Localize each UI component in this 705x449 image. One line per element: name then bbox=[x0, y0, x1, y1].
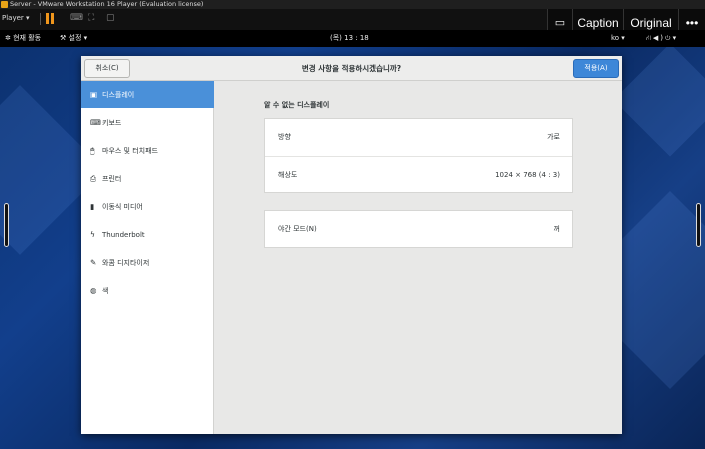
sidebar-item-keyboard[interactable]: ⌨키보드 bbox=[81, 109, 214, 136]
sidebar-item-wacom-tablet[interactable]: ✎ 와콤 디지타이저 bbox=[81, 249, 214, 276]
sidebar-item-thunderbolt[interactable]: ϟ Thunderbolt bbox=[81, 221, 214, 248]
left-edge-handle[interactable] bbox=[4, 203, 9, 247]
removable-media-icon: ▮ bbox=[90, 202, 95, 211]
display-icon: ▣ bbox=[90, 90, 98, 99]
resolution-row[interactable]: 해상도 1024 × 768 (4 : 3) bbox=[265, 156, 572, 192]
apply-button[interactable]: 적용(A) bbox=[573, 59, 619, 78]
input-method-indicator[interactable]: ko ▾ bbox=[611, 30, 625, 47]
dialog-title: 변경 사항을 적용하시겠습니까? bbox=[301, 64, 402, 73]
pause-icon[interactable] bbox=[46, 13, 55, 24]
dialog-header: 변경 사항을 적용하시겠습니까? 취소(C) 적용(A) bbox=[81, 56, 622, 81]
cancel-button[interactable]: 취소(C) bbox=[84, 59, 130, 78]
right-edge-handle[interactable] bbox=[696, 203, 701, 247]
resolution-value: 1024 × 768 (4 : 3) bbox=[495, 171, 560, 179]
color-icon: ◍ bbox=[90, 286, 97, 295]
sidebar-item-mouse-touchpad[interactable]: 🖱 마우스 및 터치패드 bbox=[81, 137, 214, 164]
sidebar-item-label: 키보드 bbox=[102, 119, 122, 127]
chevron-down-icon: ▾ bbox=[672, 34, 679, 42]
sidebar-item-label: 색 bbox=[102, 287, 109, 295]
orientation-value: 가로 bbox=[547, 133, 560, 141]
player-menu[interactable]: Player ▾ bbox=[2, 14, 30, 22]
sidebar-item-color[interactable]: ◍ 색 bbox=[81, 277, 214, 304]
vmware-title-bar: Server - VMware Workstation 16 Player (E… bbox=[0, 0, 705, 9]
night-mode-row[interactable]: 야간 모드(N) 꺼 bbox=[265, 211, 572, 247]
sidebar-item-label: 마우스 및 터치패드 bbox=[102, 147, 158, 155]
network-icon: ⛙ bbox=[646, 34, 653, 42]
vmware-logo-icon bbox=[1, 1, 8, 8]
volume-icon: ◀) bbox=[652, 34, 666, 42]
send-keys-icon[interactable]: ⌨ bbox=[70, 13, 83, 23]
tools-icon: ⚒ bbox=[60, 34, 69, 42]
printer-icon: ⎙ bbox=[90, 174, 96, 183]
sidebar-item-label: 디스플레이 bbox=[102, 91, 135, 99]
system-menu[interactable]: ⛙◀)⏻▾ bbox=[646, 30, 678, 47]
night-mode-value: 꺼 bbox=[553, 225, 560, 233]
power-icon: ⏻ bbox=[665, 34, 673, 42]
keyboard-icon: ⌨ bbox=[90, 118, 101, 127]
sidebar-item-label: 프린터 bbox=[102, 175, 122, 183]
activities-button[interactable]: ✲ 현재 활동 bbox=[5, 30, 41, 47]
orientation-label: 방향 bbox=[278, 133, 291, 141]
display-settings-window: 변경 사항을 적용하시겠습니까? 취소(C) 적용(A) ▣ 디스플레이 ⌨키보드… bbox=[81, 56, 622, 434]
thunderbolt-icon: ϟ bbox=[90, 230, 95, 239]
sidebar-item-display[interactable]: ▣ 디스플레이 bbox=[81, 81, 214, 108]
sidebar-item-label: Thunderbolt bbox=[102, 231, 145, 239]
vmware-window-title: Server - VMware Workstation 16 Player (E… bbox=[10, 0, 204, 8]
wacom-tablet-icon: ✎ bbox=[90, 258, 97, 267]
resolution-label: 해상도 bbox=[278, 171, 298, 179]
sidebar-item-printers[interactable]: ⎙ 프린터 bbox=[81, 165, 214, 192]
wallpaper-shape bbox=[613, 43, 705, 157]
toolbar-divider bbox=[40, 13, 41, 25]
settings-sidebar: ▣ 디스플레이 ⌨키보드 🖱 마우스 및 터치패드 ⎙ 프린터 ▮ 이동식 미디어 ϟT… bbox=[81, 81, 214, 434]
settings-app-menu[interactable]: ⚒ 설정 ▾ bbox=[60, 30, 87, 47]
display-settings-card: 방향 가로 해상도 1024 × 768 (4 : 3) bbox=[264, 118, 573, 193]
mouse-icon: 🖱 bbox=[90, 146, 95, 155]
vmware-toolbar: Player ▾ ⌨ ⛶ ▢ ▭ Caption Original ••• bbox=[0, 9, 705, 37]
clock[interactable]: (목) 13 : 18 bbox=[330, 30, 369, 47]
activities-icon: ✲ bbox=[5, 34, 14, 42]
fullscreen-icon[interactable]: ⛶ bbox=[88, 13, 94, 23]
unity-icon[interactable]: ▢ bbox=[106, 13, 115, 23]
night-mode-label: 야간 모드(N) bbox=[278, 225, 317, 233]
orientation-row[interactable]: 방향 가로 bbox=[265, 119, 572, 155]
sidebar-item-removable-media[interactable]: ▮ 이동식 미디어 bbox=[81, 193, 214, 220]
display-heading: 알 수 없는 디스플레이 bbox=[264, 101, 330, 109]
sidebar-item-label: 와콤 디지타이저 bbox=[102, 259, 150, 267]
night-mode-card: 야간 모드(N) 꺼 bbox=[264, 210, 573, 248]
sidebar-item-label: 이동식 미디어 bbox=[102, 203, 143, 211]
gnome-top-bar: ✲ 현재 활동 ⚒ 설정 ▾ (목) 13 : 18 ko ▾ ⛙◀)⏻▾ bbox=[0, 30, 705, 47]
